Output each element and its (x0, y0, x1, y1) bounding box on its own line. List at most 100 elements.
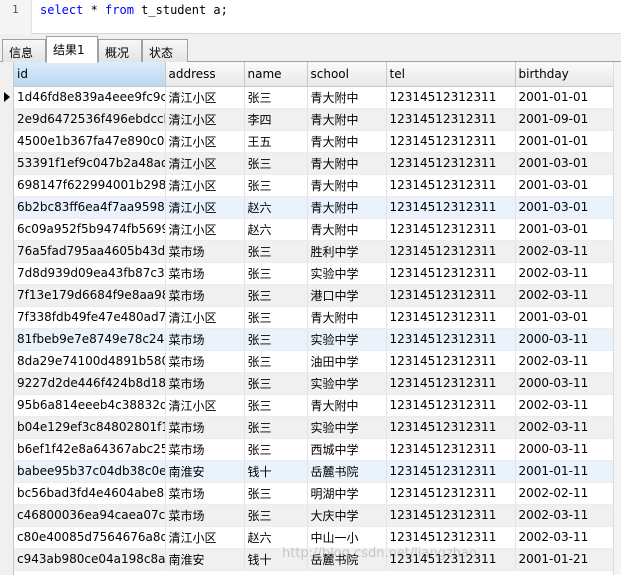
cell-school[interactable]: 青大附中 (307, 108, 387, 131)
cell-address[interactable]: 清江小区 (165, 526, 245, 549)
cell-id[interactable]: c46800036ea94caea07c1 (14, 504, 166, 527)
cell-birthday[interactable]: 2002-03-11 (515, 262, 615, 285)
cell-birthday[interactable]: 2001-03-01 (515, 196, 615, 219)
cell-id[interactable]: c943ab980ce04a198c8aa (14, 548, 166, 571)
cell-school[interactable]: 岳麓书院 (307, 460, 387, 483)
cell-name[interactable]: 钱十 (244, 460, 308, 483)
cell-name[interactable]: 赵六 (244, 526, 308, 549)
cell-tel[interactable]: 12314512312311 (386, 504, 516, 527)
result-grid[interactable]: id address name school tel birthday 1d46… (0, 62, 621, 575)
cell-birthday[interactable]: 2002-02-11 (515, 482, 615, 505)
vertical-scrollbar[interactable] (613, 62, 621, 575)
table-row[interactable]: 9227d2de446f424b8d180 菜市场 张三 实验中学 1231451231… (14, 372, 615, 395)
column-header-address[interactable]: address (165, 62, 245, 87)
column-header-name[interactable]: name (244, 62, 308, 87)
cell-address[interactable]: 南淮安 (165, 460, 245, 483)
tab-status[interactable]: 状态 (142, 39, 188, 62)
cell-id[interactable]: 7d8d939d09ea43fb87c35 (14, 262, 166, 285)
column-header-id[interactable]: id (14, 62, 166, 87)
cell-birthday[interactable]: 2001-01-01 (515, 86, 615, 109)
cell-birthday[interactable]: 2002-03-11 (515, 394, 615, 417)
cell-school[interactable]: 青大附中 (307, 218, 387, 241)
cell-address[interactable]: 清江小区 (165, 218, 245, 241)
table-row[interactable]: 76a5fad795aa4605b43da 菜市场 张三 胜利中学 1231451231… (14, 240, 615, 263)
cell-birthday[interactable]: 2002-03-11 (515, 504, 615, 527)
cell-tel[interactable]: 12314512312311 (386, 438, 516, 461)
cell-tel[interactable]: 12314512312311 (386, 86, 516, 109)
cell-school[interactable]: 青大附中 (307, 394, 387, 417)
tab-overview[interactable]: 概况 (98, 39, 142, 62)
table-row[interactable]: 6b2bc83ff6ea4f7aa95986 清江小区 赵六 青大附中 12314512… (14, 196, 615, 219)
cell-school[interactable]: 实验中学 (307, 262, 387, 285)
table-row[interactable]: 53391f1ef9c047b2a48ad3 清江小区 张三 青大附中 12314512… (14, 152, 615, 175)
cell-school[interactable]: 实验中学 (307, 372, 387, 395)
cell-id[interactable]: 2e9d6472536f496ebdccb (14, 108, 166, 131)
cell-birthday[interactable]: 2001-01-11 (515, 460, 615, 483)
table-row[interactable]: 6c09a952f5b9474fb56996 清江小区 赵六 青大附中 12314512… (14, 218, 615, 241)
cell-tel[interactable]: 12314512312311 (386, 394, 516, 417)
cell-tel[interactable]: 12314512312311 (386, 460, 516, 483)
cell-birthday[interactable]: 2002-03-11 (515, 416, 615, 439)
cell-tel[interactable]: 12314512312311 (386, 350, 516, 373)
cell-school[interactable]: 中山一小 (307, 526, 387, 549)
cell-birthday[interactable]: 2001-03-01 (515, 174, 615, 197)
cell-tel[interactable]: 12314512312311 (386, 416, 516, 439)
cell-tel[interactable]: 12314512312311 (386, 306, 516, 329)
cell-tel[interactable]: 12314512312311 (386, 262, 516, 285)
cell-birthday[interactable]: 2002-03-11 (515, 526, 615, 549)
cell-birthday[interactable]: 2000-03-11 (515, 438, 615, 461)
cell-id[interactable]: c80e40085d7564676a8deb (14, 526, 166, 549)
cell-tel[interactable]: 12314512312311 (386, 526, 516, 549)
cell-id[interactable]: 81fbeb9e7e8749e78c249 (14, 328, 166, 351)
cell-address[interactable]: 清江小区 (165, 394, 245, 417)
cell-tel[interactable]: 12314512312311 (386, 108, 516, 131)
cell-tel[interactable]: 12314512312311 (386, 130, 516, 153)
cell-address[interactable]: 菜市场 (165, 372, 245, 395)
cell-address[interactable]: 清江小区 (165, 174, 245, 197)
cell-address[interactable]: 菜市场 (165, 240, 245, 263)
cell-name[interactable]: 张三 (244, 284, 308, 307)
table-row[interactable]: c80e40085d7564676a8deb清江小区赵六中山一小12314512… (14, 526, 615, 549)
cell-name[interactable]: 张三 (244, 174, 308, 197)
cell-school[interactable]: 青大附中 (307, 152, 387, 175)
cell-school[interactable]: 油田中学 (307, 350, 387, 373)
cell-id[interactable]: 6b2bc83ff6ea4f7aa95986 (14, 196, 166, 219)
cell-id[interactable]: 95b6a814eeeb4c38832d2 (14, 394, 166, 417)
table-row[interactable]: b04e129ef3c84802801f1e 菜市场 张三 实验中学 123145123… (14, 416, 615, 439)
cell-tel[interactable]: 12314512312311 (386, 152, 516, 175)
cell-tel[interactable]: 12314512312311 (386, 196, 516, 219)
cell-id[interactable]: 9227d2de446f424b8d180 (14, 372, 166, 395)
table-row[interactable]: 7f338fdb49fe47e480ad7f 清江小区 张三 青大附中 12314512… (14, 306, 615, 329)
cell-address[interactable]: 清江小区 (165, 306, 245, 329)
table-row[interactable]: 7f13e179d6684f9e8aa98c 菜市场 张三 港口中学 123145123… (14, 284, 615, 307)
cell-name[interactable]: 张三 (244, 262, 308, 285)
cell-tel[interactable]: 12314512312311 (386, 482, 516, 505)
cell-school[interactable]: 实验中学 (307, 416, 387, 439)
cell-id[interactable]: 4500e1b367fa47e890c082 (14, 130, 166, 153)
cell-name[interactable]: 张三 (244, 416, 308, 439)
table-row[interactable]: babee95b37c04db38c0e7 南淮安 钱十 岳麓书院 1231451231… (14, 460, 615, 483)
cell-birthday[interactable]: 2002-03-11 (515, 284, 615, 307)
table-row[interactable]: 95b6a814eeeb4c38832d2 清江小区 张三 青大附中 123145123… (14, 394, 615, 417)
cell-address[interactable]: 菜市场 (165, 328, 245, 351)
cell-birthday[interactable]: 2001-03-01 (515, 306, 615, 329)
cell-id[interactable]: 698147f622994001b2988 (14, 174, 166, 197)
table-row[interactable]: 2e9d6472536f496ebdccb 清江小区 李四 青大附中 123145123… (14, 108, 615, 131)
cell-tel[interactable]: 12314512312311 (386, 372, 516, 395)
cell-name[interactable]: 赵六 (244, 196, 308, 219)
cell-name[interactable]: 李四 (244, 108, 308, 131)
table-row[interactable]: bc56bad3fd4e4604abe8a 菜市场 张三 明湖中学 1231451231… (14, 482, 615, 505)
tab-info[interactable]: 信息 (2, 39, 46, 62)
cell-tel[interactable]: 12314512312311 (386, 284, 516, 307)
cell-address[interactable]: 南淮安 (165, 548, 245, 571)
cell-school[interactable]: 大庆中学 (307, 504, 387, 527)
cell-address[interactable]: 清江小区 (165, 86, 245, 109)
cell-address[interactable]: 菜市场 (165, 482, 245, 505)
cell-address[interactable]: 菜市场 (165, 284, 245, 307)
cell-birthday[interactable]: 2002-03-11 (515, 240, 615, 263)
cell-birthday[interactable]: 2001-09-01 (515, 108, 615, 131)
cell-school[interactable]: 青大附中 (307, 196, 387, 219)
cell-id[interactable]: 7f338fdb49fe47e480ad7f (14, 306, 166, 329)
cell-school[interactable]: 青大附中 (307, 174, 387, 197)
table-row[interactable]: b6ef1f42e8a64367abc251 菜市场 张三 西城中学 123145123… (14, 438, 615, 461)
